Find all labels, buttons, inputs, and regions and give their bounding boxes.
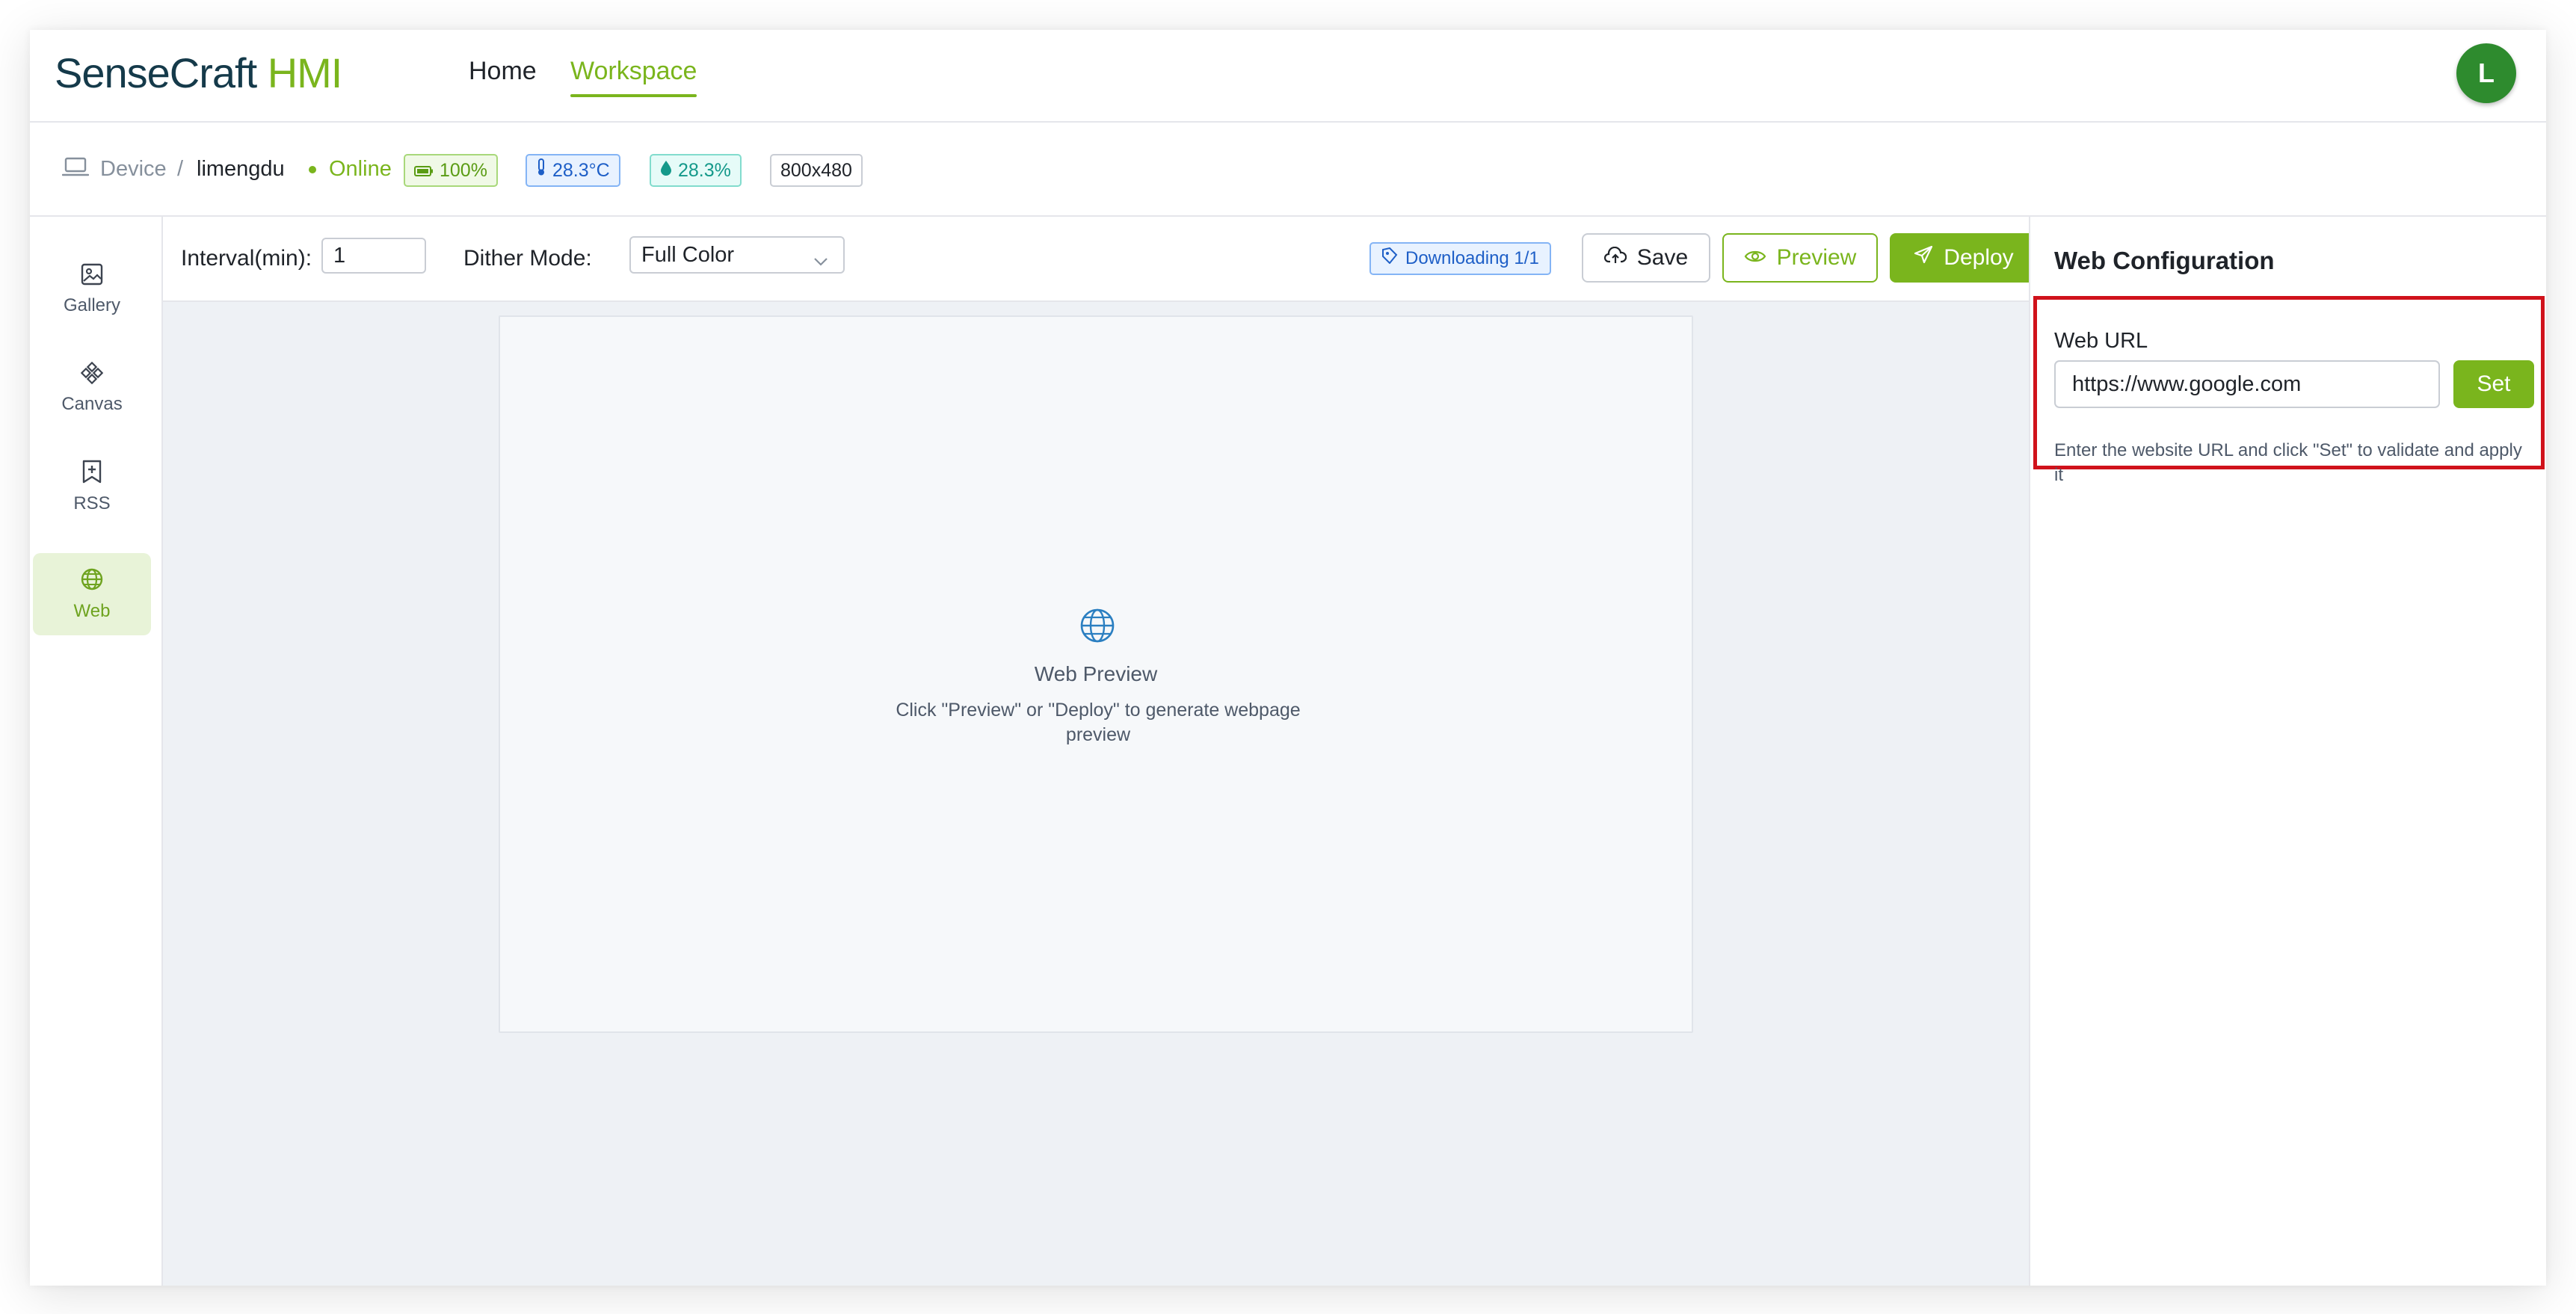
web-preview-description: Click "Preview" or "Deploy" to generate … xyxy=(896,700,1301,745)
dither-mode-value: Full Color xyxy=(641,243,735,267)
preview-label: Preview xyxy=(1776,245,1857,270)
avatar-initial: L xyxy=(2478,58,2495,88)
online-status: Online xyxy=(329,157,392,181)
workspace-toolbar: Interval(min): Dither Mode: Full Color D… xyxy=(163,217,2038,302)
humidity-value: 28.3% xyxy=(678,160,731,181)
app-window: SenseCraft HMI Home Workspace L Device /… xyxy=(30,30,2546,1286)
device-name: limengdu xyxy=(197,157,285,181)
nav-home-label: Home xyxy=(469,57,537,85)
web-configuration-panel: Web Configuration Web URL Set Enter the … xyxy=(2029,217,2546,1286)
droplet-icon xyxy=(660,155,672,185)
rss-icon xyxy=(81,460,102,487)
temperature-badge: 28.3°C xyxy=(526,154,620,187)
send-icon xyxy=(1914,245,1933,271)
user-avatar[interactable]: L xyxy=(2456,43,2516,103)
sidebar-item-canvas[interactable]: Canvas xyxy=(33,347,151,429)
download-tag-icon xyxy=(1381,244,1398,274)
downloading-text: Downloading 1/1 xyxy=(1405,248,1539,268)
logo-text-hmi: HMI xyxy=(256,49,343,96)
nav-home[interactable]: Home xyxy=(469,52,537,90)
web-url-help-text: Enter the website URL and click "Set" to… xyxy=(2054,440,2522,485)
battery-badge: 100% xyxy=(404,154,498,187)
laptop-icon xyxy=(61,155,90,182)
online-status-dot xyxy=(309,166,316,173)
chevron-down-icon xyxy=(812,247,830,281)
globe-icon xyxy=(80,567,104,595)
nav-workspace[interactable]: Workspace xyxy=(570,52,697,97)
interval-label: Interval(min): xyxy=(181,246,312,271)
thermometer-icon xyxy=(536,155,546,185)
panel-title: Web Configuration xyxy=(2054,247,2275,274)
nav-workspace-label: Workspace xyxy=(570,57,697,85)
sidebar-item-label: Gallery xyxy=(63,294,121,315)
resolution-value: 800x480 xyxy=(780,160,852,181)
globe-icon xyxy=(1079,607,1116,648)
preview-button[interactable]: Preview xyxy=(1722,233,1878,283)
dither-mode-select[interactable]: Full Color xyxy=(629,236,845,274)
device-bar: Device / limengdu Online 100% 28.3°C 28.… xyxy=(30,123,2546,217)
battery-icon xyxy=(414,155,434,185)
temperature-value: 28.3°C xyxy=(552,160,610,181)
humidity-badge: 28.3% xyxy=(650,154,742,187)
image-icon xyxy=(81,263,103,289)
web-preview-frame: Web Preview Click "Preview" or "Deploy" … xyxy=(499,315,1693,1033)
interval-input[interactable] xyxy=(321,238,426,274)
active-nav-underline xyxy=(570,94,697,97)
sidebar-item-web[interactable]: Web xyxy=(33,553,151,635)
set-label: Set xyxy=(2477,371,2511,396)
top-header: SenseCraft HMI Home Workspace L xyxy=(30,30,2546,123)
sidebar-item-label: RSS xyxy=(73,493,111,513)
sidebar-item-rss[interactable]: RSS xyxy=(33,445,151,528)
sidebar-item-label: Web xyxy=(73,600,111,621)
canvas-icon xyxy=(80,361,104,388)
resolution-badge: 800x480 xyxy=(770,154,863,187)
dither-label: Dither Mode: xyxy=(463,246,592,271)
battery-value: 100% xyxy=(440,160,487,181)
downloading-badge: Downloading 1/1 xyxy=(1369,242,1551,275)
web-url-input[interactable] xyxy=(2054,360,2440,408)
breadcrumb-device[interactable]: Device xyxy=(100,155,167,182)
breadcrumb-separator: / xyxy=(177,157,184,181)
canvas-area: Web Preview Click "Preview" or "Deploy" … xyxy=(163,302,2029,1286)
sidebar-item-label: Canvas xyxy=(61,393,123,414)
web-preview-title: Web Preview xyxy=(1034,662,1158,685)
save-button[interactable]: Save xyxy=(1582,233,1710,283)
deploy-label: Deploy xyxy=(1944,245,2014,270)
eye-icon xyxy=(1744,245,1766,271)
left-sidebar: Gallery Canvas RSS Web xyxy=(30,217,163,1286)
logo[interactable]: SenseCraft HMI xyxy=(55,49,342,97)
sidebar-item-gallery[interactable]: Gallery xyxy=(33,248,151,330)
cloud-upload-icon xyxy=(1603,245,1627,271)
deploy-button[interactable]: Deploy xyxy=(1890,233,2038,283)
set-button[interactable]: Set xyxy=(2453,360,2534,408)
logo-text-main: SenseCraft xyxy=(55,49,257,96)
save-label: Save xyxy=(1636,245,1689,270)
web-url-label: Web URL xyxy=(2054,329,2148,353)
